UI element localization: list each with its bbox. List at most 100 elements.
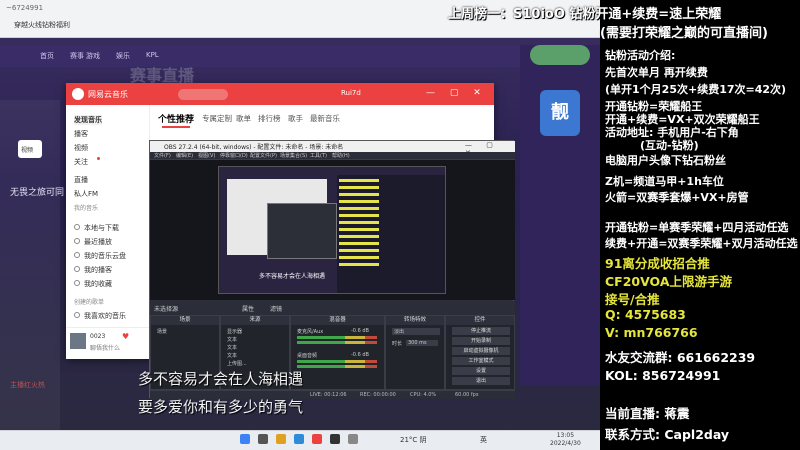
dock-title: 控件 (446, 316, 514, 325)
sidebar-item[interactable]: 私人FM (74, 189, 98, 199)
obs-menu-edit[interactable]: 编辑(E) (176, 152, 193, 159)
player-artist: 聊悟我什么 (90, 345, 121, 352)
site-side-heading: 无畏之旅可同 (10, 188, 65, 198)
overlay-line: 91离分成收招合推 (605, 256, 710, 271)
tab-charts[interactable]: 排行榜 (258, 113, 281, 124)
album-cover[interactable] (70, 333, 86, 349)
overlay-line: 接号/合推 (605, 292, 660, 307)
source-item[interactable]: 显示器 (227, 328, 242, 335)
status-cpu: CPU: 4.0% (410, 392, 437, 398)
source-item[interactable]: 上传图... (227, 360, 247, 367)
obs-menu-docks[interactable]: 停靠窗口(D) (220, 152, 248, 159)
source-item[interactable]: 文本 (227, 352, 237, 359)
sidebar-item[interactable]: 我的收藏 (84, 279, 112, 289)
sidebar-item[interactable]: 关注 (74, 157, 88, 167)
sidebar-item[interactable]: 发现音乐 (74, 115, 102, 125)
site-nav-home[interactable]: 首页 (40, 51, 54, 61)
tab-custom[interactable]: 专属定制 (202, 113, 232, 124)
site-side-footer: 主播红火热 (10, 381, 45, 389)
obs-controls-dock: 控件 停止推流 开始录制 启动虚拟摄像机 工作室模式 设置 退出 (445, 315, 515, 390)
sidebar-item[interactable]: 本地与下载 (84, 223, 119, 233)
netease-music-icon[interactable] (312, 434, 322, 444)
obs-menu-tools[interactable]: 工具(T) (310, 152, 327, 159)
netease-logo-icon (72, 88, 84, 100)
site-nav-games[interactable]: 游戏 (86, 51, 100, 61)
taskbar-date: 2022/4/30 (550, 440, 581, 447)
site-right-button[interactable] (530, 45, 590, 65)
sidebar-item[interactable]: 我喜欢的音乐 (84, 311, 126, 321)
overlay-line: 电脑用户头像下钻石粉丝 (605, 154, 726, 167)
tab-personal-recommend[interactable]: 个性推荐 (158, 112, 194, 125)
sidebar-item[interactable]: 直播 (74, 175, 88, 185)
source-item[interactable]: 文本 (227, 336, 237, 343)
site-nav-kpl[interactable]: KPL (146, 51, 159, 59)
obs-properties-button[interactable]: 属性 (242, 304, 254, 313)
browser-tab[interactable]: 穿越火线钻粉福利 (14, 20, 70, 30)
taskbar-clock[interactable]: 13:05 2022/4/30 (550, 432, 581, 448)
search-icon[interactable] (258, 434, 268, 444)
obs-menu-profile[interactable]: 配置文件(P) (250, 152, 277, 159)
obs-transitions-dock: 转场特效 淡出 时长 300 ms (385, 315, 445, 390)
obs-filters-button[interactable]: 滤镜 (270, 304, 282, 313)
sidebar-item-icon (74, 224, 80, 230)
overlay-line: 钻粉活动介绍: (605, 49, 676, 62)
start-recording-button[interactable]: 开始录制 (452, 337, 510, 345)
browser-icon[interactable] (294, 434, 304, 444)
app-icon[interactable] (348, 434, 358, 444)
sidebar-item[interactable]: 播客 (74, 129, 88, 139)
notification-dot-icon (97, 157, 100, 160)
dock-title: 转场特效 (386, 316, 444, 325)
preview-lyric: 多不容易才会在人海相遇 (259, 273, 326, 280)
obs-menu-help[interactable]: 帮助(H) (332, 152, 350, 159)
obs-menu-scene-collection[interactable]: 场景集合(S) (280, 152, 307, 159)
site-nav: 首页 赛事 游戏 娱乐 KPL (0, 45, 600, 67)
netease-window-controls[interactable]: — ▢ ✕ (426, 88, 487, 98)
folder-icon[interactable] (276, 434, 286, 444)
mixer-meter (297, 365, 377, 368)
obs-menu-view[interactable]: 视图(V) (198, 152, 215, 159)
site-nav-esports[interactable]: 赛事 (70, 51, 84, 61)
obs-window: OBS 27.2.4 (64-bit, windows) - 配置文件: 未命名… (149, 140, 515, 399)
status-live: LIVE: 00:12:06 (310, 392, 347, 398)
sidebar-item[interactable]: 我的音乐云盘 (84, 251, 126, 261)
studio-mode-button[interactable]: 工作室模式 (452, 357, 510, 365)
site-nav-entertainment[interactable]: 娱乐 (116, 51, 130, 61)
address-bar[interactable]: ~6724991 (6, 4, 43, 12)
obs-menu-file[interactable]: 文件(F) (154, 152, 171, 159)
source-item[interactable]: 文本 (227, 344, 237, 351)
exit-button[interactable]: 退出 (452, 377, 510, 385)
dock-title: 来源 (221, 316, 289, 325)
taskbar-weather[interactable]: 21°C 阴 (400, 435, 427, 445)
transition-duration-input[interactable]: 300 ms (406, 340, 438, 346)
virtual-camera-button[interactable]: 启动虚拟摄像机 (452, 347, 510, 355)
scene-item[interactable]: 场景 (157, 328, 167, 335)
sidebar-item[interactable]: 我的播客 (84, 265, 112, 275)
mixer-track-label: 桌面音频 (297, 353, 318, 359)
start-icon[interactable] (240, 434, 250, 444)
sidebar-item-icon (74, 312, 80, 318)
netease-user-name[interactable]: Rui7d (341, 89, 361, 97)
overlay-line: 当前直播: 蒋震 (605, 406, 690, 421)
heart-icon[interactable]: ♥ (122, 332, 129, 341)
settings-button[interactable]: 设置 (452, 367, 510, 375)
sidebar-item[interactable]: 视频 (74, 143, 88, 153)
overlay-line: 开通钻粉=单赛季荣耀+四月活动任选 (605, 221, 789, 234)
obs-preview[interactable]: 多不容易才会在人海相遇 (218, 166, 446, 294)
transition-duration-label: 时长 (392, 341, 403, 347)
overlay-line: 联系方式: Capl2day (605, 427, 730, 442)
site-sidebar-video[interactable]: 视频 (18, 140, 42, 158)
taskbar-time: 13:05 (556, 432, 575, 439)
lyric-line-2: 要多爱你和有多少的勇气 (138, 398, 304, 416)
netease-search-input[interactable] (178, 89, 228, 100)
overlay-line: Q: 4575683 (605, 307, 686, 322)
taskbar-input-language[interactable]: 英 (480, 435, 487, 445)
obs-icon[interactable] (330, 434, 340, 444)
tab-new-music[interactable]: 最新音乐 (310, 113, 340, 124)
overlay-line: CF20VOA上限游手游 (605, 274, 733, 289)
stop-streaming-button[interactable]: 停止推流 (452, 327, 510, 335)
tab-playlists[interactable]: 歌单 (236, 113, 251, 124)
lyric-line-1: 多不容易才会在人海相遇 (138, 370, 304, 388)
transition-select[interactable]: 淡出 (392, 328, 440, 335)
tab-artists[interactable]: 歌手 (288, 113, 303, 124)
sidebar-item[interactable]: 最近播放 (84, 237, 112, 247)
